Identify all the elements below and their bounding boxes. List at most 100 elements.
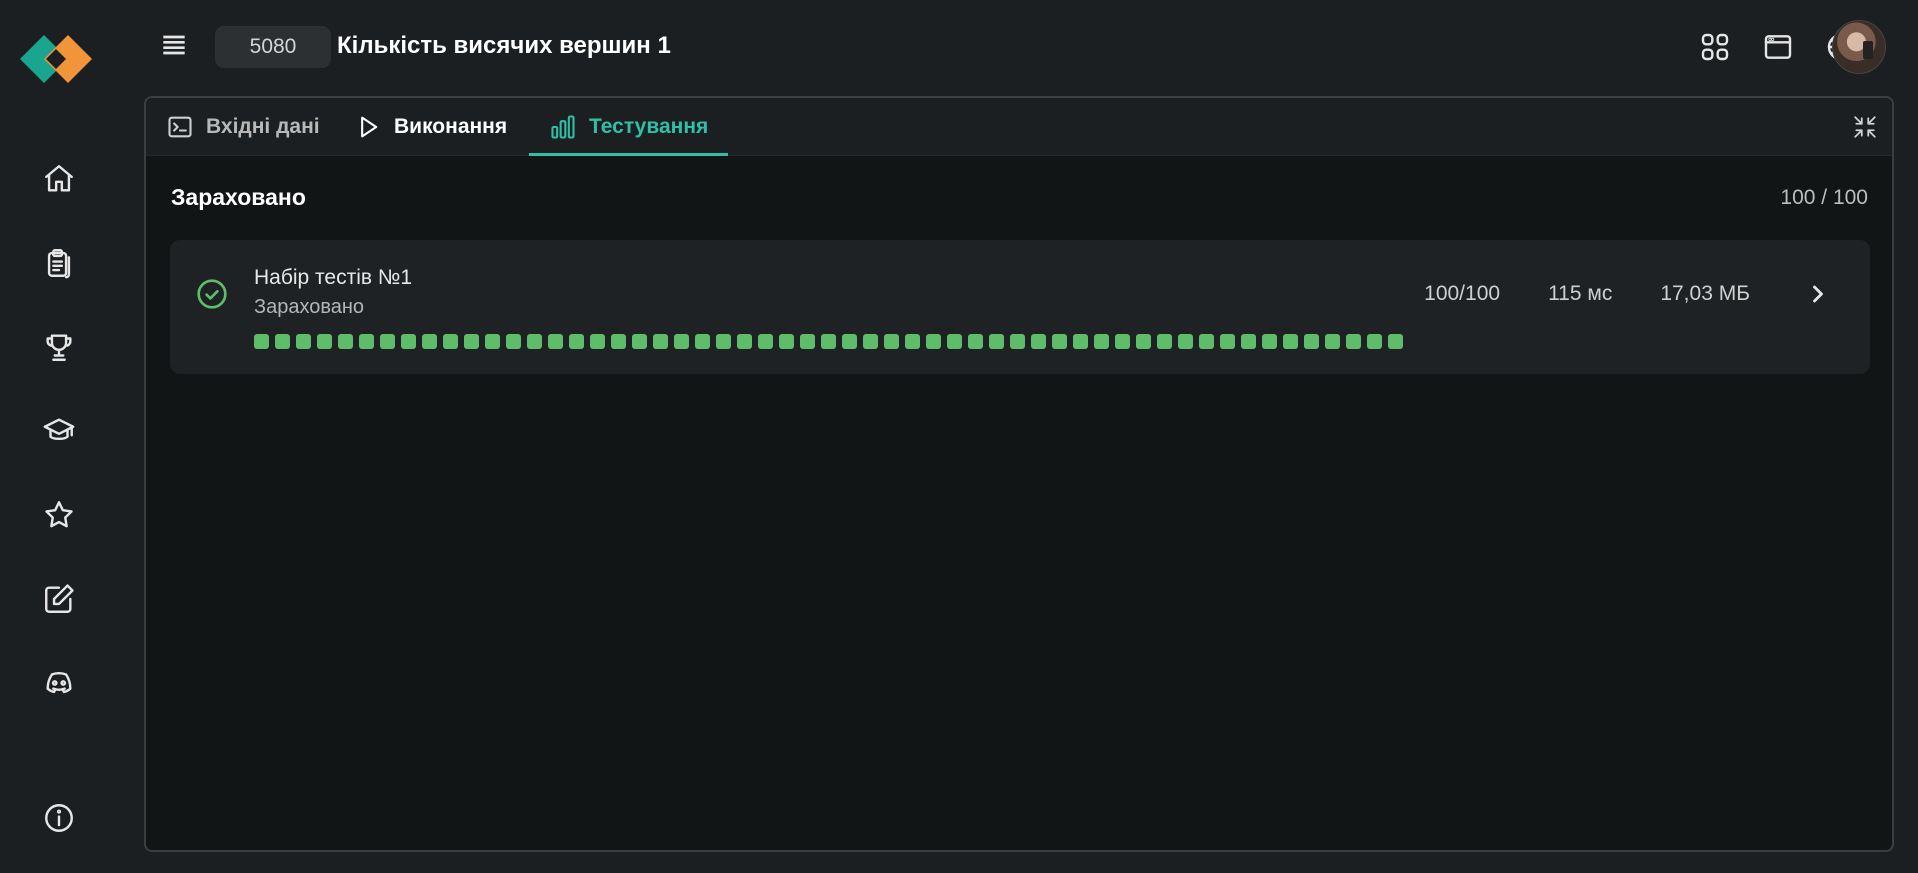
test-cell[interactable] [653, 334, 668, 349]
test-cell[interactable] [296, 334, 311, 349]
window-button[interactable] [1759, 28, 1797, 66]
app: 5080 Кількість висячих вершин 1 Вхідні д… [0, 0, 1918, 873]
test-cell[interactable] [1052, 334, 1067, 349]
tab-bar: Вхідні дані Виконання Тестування [146, 98, 1892, 156]
test-cell[interactable] [947, 334, 962, 349]
test-cell[interactable] [989, 334, 1004, 349]
test-cell[interactable] [1157, 334, 1172, 349]
test-cell[interactable] [1346, 334, 1361, 349]
tab-testing[interactable]: Тестування [529, 98, 729, 156]
test-cell[interactable] [1388, 334, 1403, 349]
check-circle-icon [196, 278, 228, 310]
test-cell[interactable] [422, 334, 437, 349]
test-cell[interactable] [380, 334, 395, 349]
test-cell[interactable] [338, 334, 353, 349]
test-cell[interactable] [758, 334, 773, 349]
star-icon [45, 501, 73, 528]
test-cell[interactable] [611, 334, 626, 349]
test-cell[interactable] [1241, 334, 1256, 349]
grid-icon [1701, 33, 1729, 61]
edit-icon [45, 584, 74, 613]
test-cell[interactable] [884, 334, 899, 349]
test-cell[interactable] [1367, 334, 1382, 349]
test-cell[interactable] [1283, 334, 1298, 349]
test-cell[interactable] [590, 334, 605, 349]
sidebar-item-info[interactable] [38, 797, 80, 839]
top-header: 5080 Кількість висячих вершин 1 [118, 0, 1918, 95]
test-group-status: Зараховано [254, 296, 365, 318]
test-cell[interactable] [506, 334, 521, 349]
tab-testing-label: Тестування [589, 115, 709, 138]
test-cell[interactable] [968, 334, 983, 349]
test-cell[interactable] [737, 334, 752, 349]
terminal-icon [168, 116, 192, 138]
collapse-button[interactable] [1850, 112, 1880, 142]
test-cell[interactable] [569, 334, 584, 349]
test-group-card[interactable]: Набір тестів №1 Зараховано 100/100 115 м… [170, 240, 1870, 374]
test-cell[interactable] [401, 334, 416, 349]
sidebar-item-favorites[interactable] [38, 494, 80, 536]
test-cell[interactable] [1262, 334, 1277, 349]
test-cell[interactable] [905, 334, 920, 349]
trophy-icon [46, 334, 72, 361]
test-cell[interactable] [527, 334, 542, 349]
test-cell[interactable] [548, 334, 563, 349]
bar-chart-icon [551, 115, 575, 139]
test-cell[interactable] [1220, 334, 1235, 349]
verdict-title: Зараховано [171, 184, 306, 210]
test-cell[interactable] [275, 334, 290, 349]
total-score: 100 / 100 [1780, 186, 1868, 209]
test-group-memory: 17,03 МБ [1660, 282, 1750, 305]
test-cell[interactable] [1304, 334, 1319, 349]
test-cell[interactable] [821, 334, 836, 349]
test-cell[interactable] [1010, 334, 1025, 349]
sidebar-item-contests[interactable] [38, 326, 80, 368]
play-icon [361, 116, 378, 138]
test-cell[interactable] [464, 334, 479, 349]
test-cell[interactable] [1325, 334, 1340, 349]
results-panel: Вхідні дані Виконання Тестування Зарахов… [144, 96, 1894, 852]
apps-button[interactable] [1696, 28, 1734, 66]
tab-input[interactable]: Вхідні дані [146, 98, 340, 156]
sidebar-item-discord[interactable] [38, 662, 80, 704]
tab-execution-label: Виконання [394, 115, 508, 138]
sidebar-item-courses[interactable] [38, 410, 80, 452]
logo[interactable] [20, 30, 96, 90]
sidebar-item-problems[interactable] [38, 242, 80, 284]
avatar[interactable] [1832, 20, 1886, 74]
test-cell[interactable] [674, 334, 689, 349]
test-cell[interactable] [317, 334, 332, 349]
test-cell[interactable] [443, 334, 458, 349]
test-cell[interactable] [800, 334, 815, 349]
test-cell[interactable] [485, 334, 500, 349]
browser-window-icon [1764, 35, 1792, 59]
sidebar [0, 0, 118, 873]
tab-execution[interactable]: Виконання [334, 98, 527, 156]
test-cell[interactable] [359, 334, 374, 349]
test-cell[interactable] [1178, 334, 1193, 349]
menu-button[interactable] [156, 27, 192, 63]
test-cell[interactable] [842, 334, 857, 349]
test-cell[interactable] [254, 334, 269, 349]
sidebar-item-editor[interactable] [38, 578, 80, 620]
test-cell[interactable] [1199, 334, 1214, 349]
test-cell[interactable] [1073, 334, 1088, 349]
test-cell[interactable] [695, 334, 710, 349]
test-cell[interactable] [716, 334, 731, 349]
home-icon [45, 165, 73, 192]
sidebar-item-home[interactable] [38, 158, 80, 200]
test-cell[interactable] [863, 334, 878, 349]
test-cell[interactable] [1094, 334, 1109, 349]
test-cell[interactable] [926, 334, 941, 349]
problem-id-badge: 5080 [215, 26, 331, 68]
chevron-right-icon[interactable] [1804, 280, 1832, 308]
collapse-icon [1854, 116, 1876, 138]
test-cell[interactable] [779, 334, 794, 349]
test-cell[interactable] [1115, 334, 1130, 349]
tab-input-label: Вхідні дані [206, 115, 320, 138]
test-group-name: Набір тестів №1 [254, 266, 413, 289]
hamburger-icon [163, 35, 185, 55]
test-cell[interactable] [1136, 334, 1151, 349]
test-cell[interactable] [1031, 334, 1046, 349]
test-cell[interactable] [632, 334, 647, 349]
